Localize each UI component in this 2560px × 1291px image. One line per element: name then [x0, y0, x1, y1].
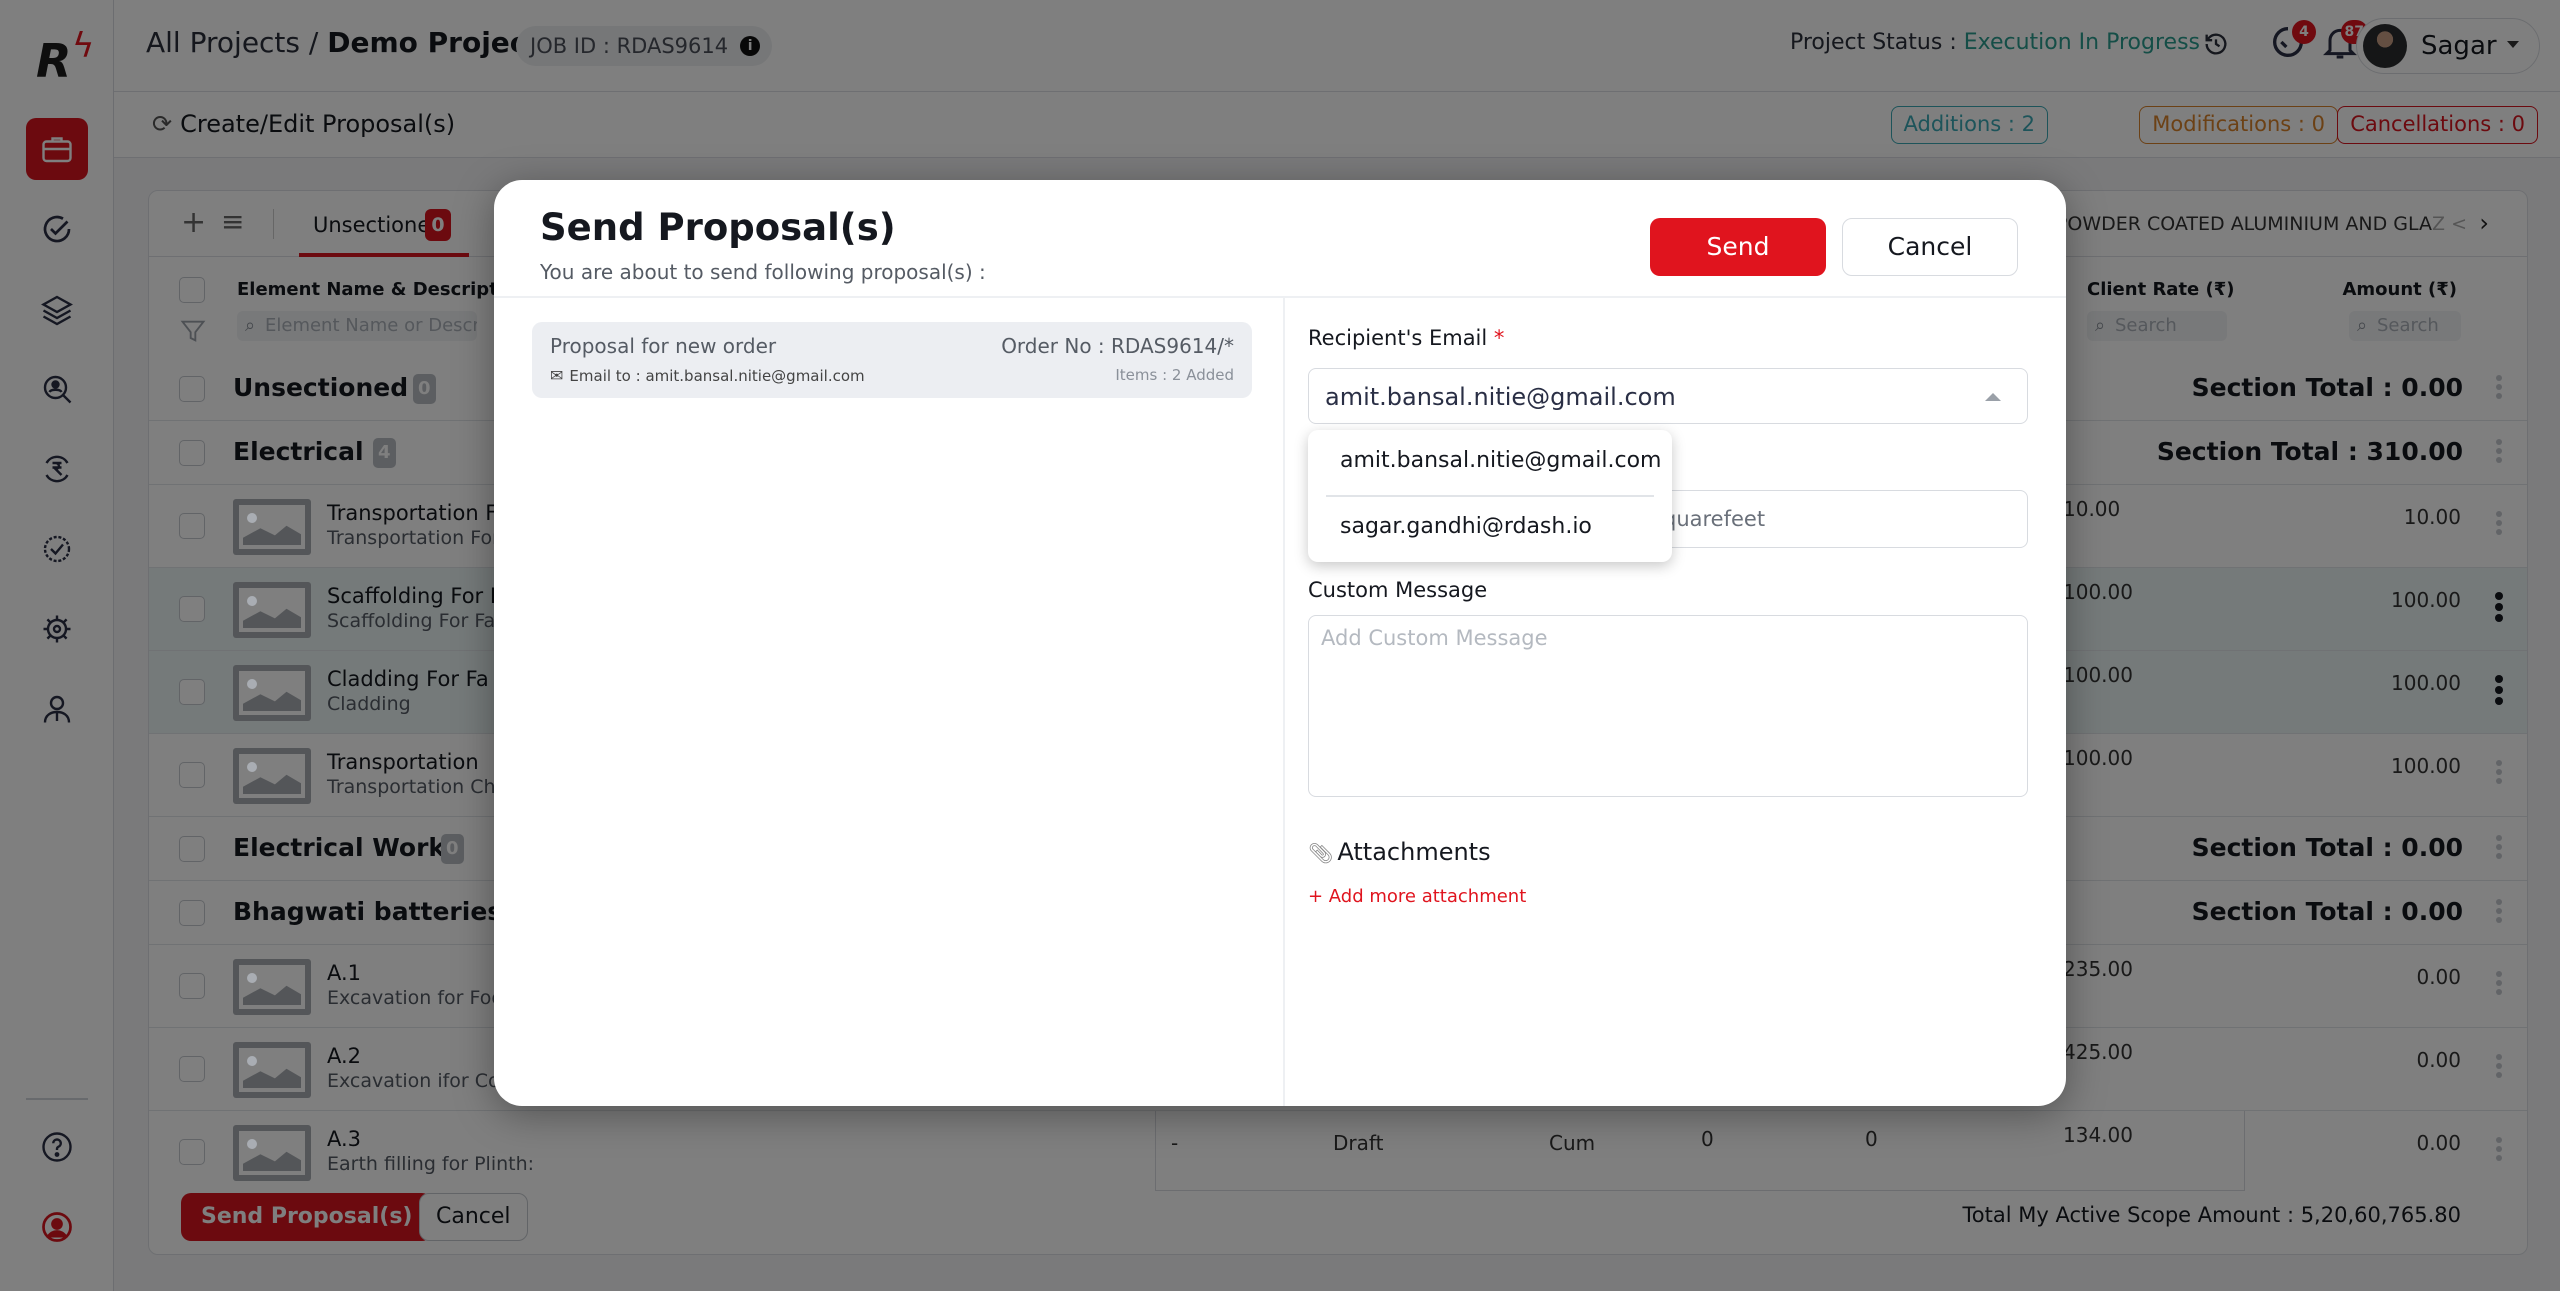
recipient-email-value: amit.bansal.nitie@gmail.com	[1325, 383, 1676, 411]
attachments-heading: 📎︎ Attachments	[1308, 838, 1491, 866]
custom-message-label: Custom Message	[1308, 578, 1488, 602]
required-mark: *	[1493, 326, 1505, 350]
proposal-email-text: Email to : amit.bansal.nitie@gmail.com	[569, 367, 865, 385]
recipient-email-label: Recipient's Email *	[1308, 326, 1504, 350]
hidden-field-value: quarefeet	[1663, 507, 1766, 531]
send-proposal-modal: Send Proposal(s) You are about to send f…	[494, 180, 2066, 1106]
proposal-card[interactable]: Proposal for new order Order No : RDAS96…	[532, 322, 1252, 398]
proposal-name: Proposal for new order	[550, 334, 777, 358]
dropdown-option[interactable]: amit.bansal.nitie@gmail.com	[1340, 448, 1662, 473]
recipient-email-select[interactable]: amit.bansal.nitie@gmail.com	[1308, 368, 2028, 424]
dropdown-option[interactable]: sagar.gandhi@rdash.io	[1340, 514, 1592, 539]
proposal-items: Items : 2 Added	[1115, 366, 1234, 384]
proposal-email-to: ✉ Email to : amit.bansal.nitie@gmail.com	[550, 366, 865, 385]
attachments-label: Attachments	[1337, 838, 1491, 866]
modal-cancel-button[interactable]: Cancel	[1842, 218, 2018, 276]
modal-subtitle: You are about to send following proposal…	[540, 260, 986, 284]
envelope-icon: ✉	[550, 366, 564, 385]
custom-message-input[interactable]	[1308, 615, 2028, 797]
add-attachment-link[interactable]: + Add more attachment	[1308, 886, 1526, 907]
modal-header-divider	[494, 296, 2066, 298]
proposal-order-no: Order No : RDAS9614/*	[1001, 334, 1234, 358]
modal-column-divider	[1283, 298, 1285, 1106]
send-button[interactable]: Send	[1650, 218, 1826, 276]
app-root: R ϟ	[0, 0, 2560, 1291]
dropdown-divider	[1326, 495, 1654, 497]
paperclip-icon: 📎︎	[1308, 841, 1334, 865]
modal-title: Send Proposal(s)	[540, 206, 896, 249]
recipient-email-label-text: Recipient's Email	[1308, 326, 1488, 350]
chevron-up-icon	[1985, 393, 2001, 401]
recipient-email-dropdown: amit.bansal.nitie@gmail.com sagar.gandhi…	[1308, 430, 1672, 562]
